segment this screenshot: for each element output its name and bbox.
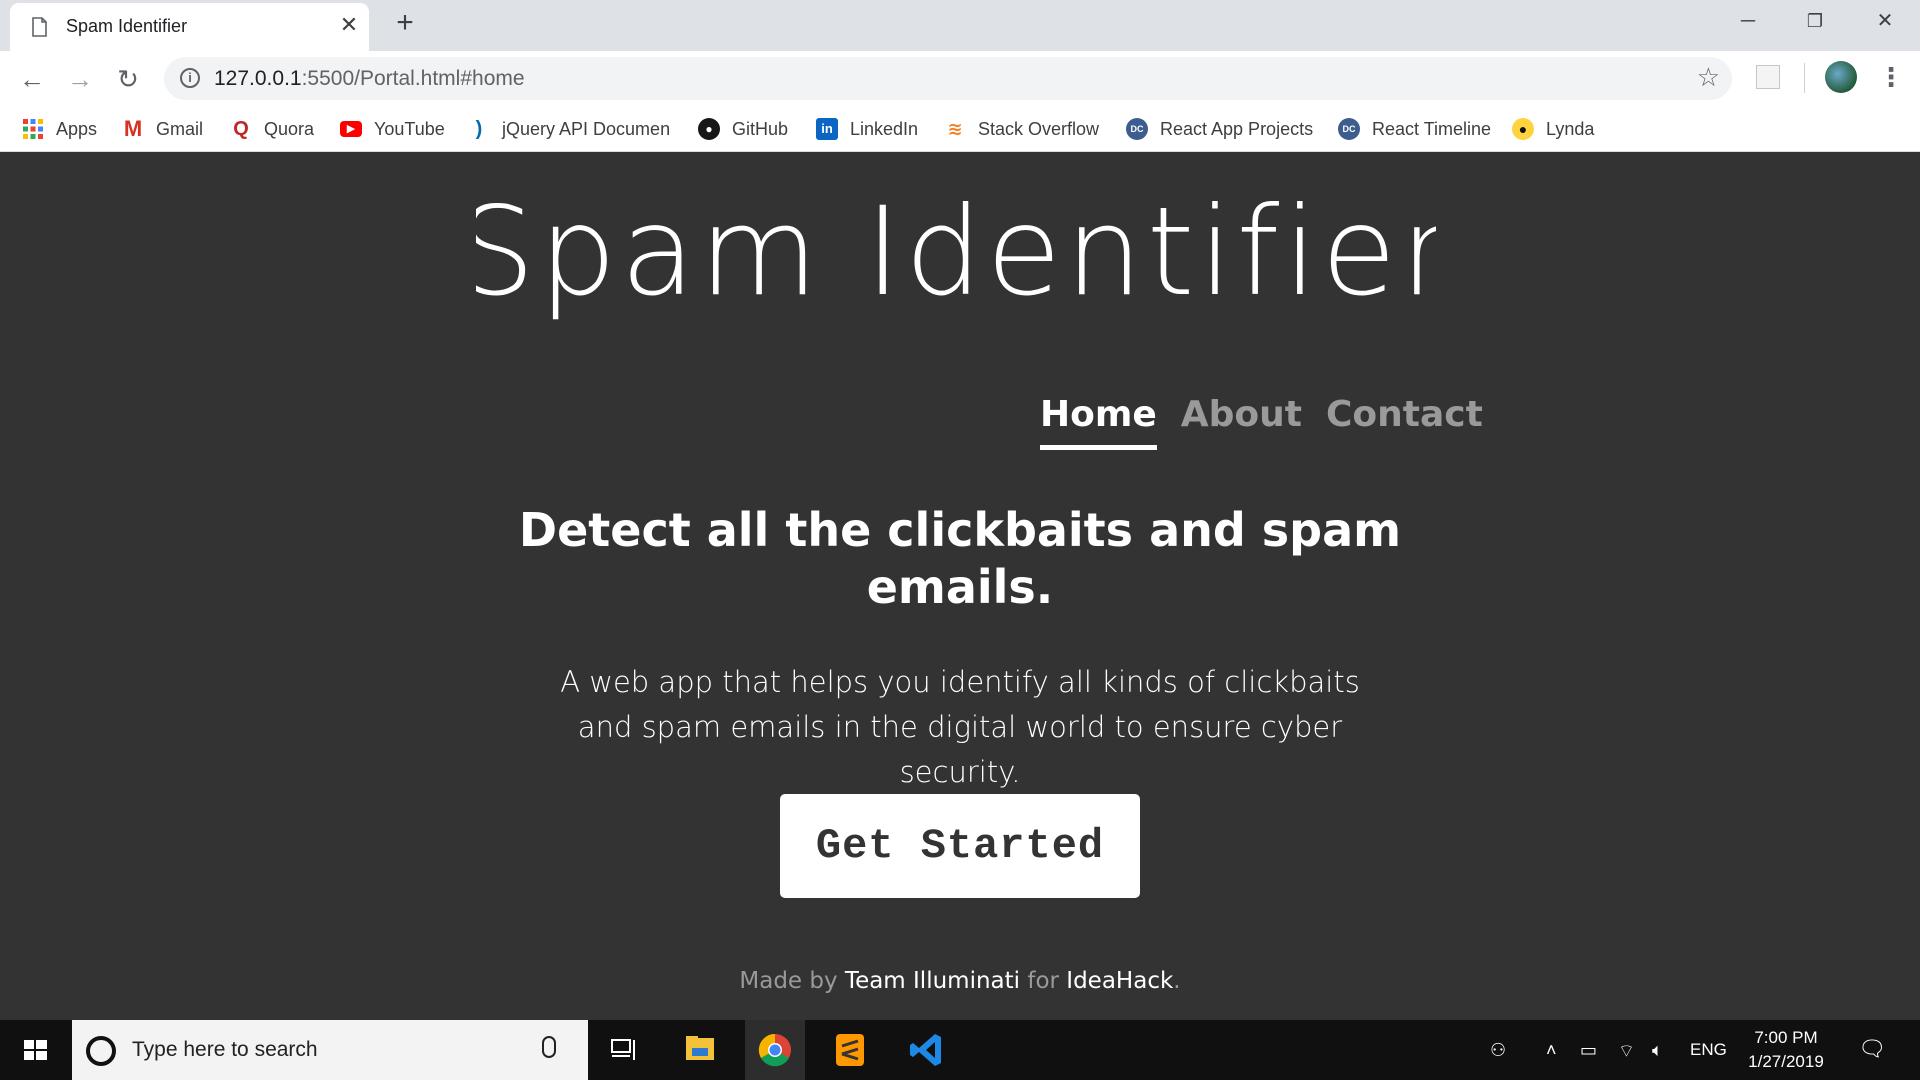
bookmark-react-timeline[interactable]: DC React Timeline: [1338, 116, 1491, 142]
toolbar-divider: [1804, 63, 1805, 93]
cortana-icon[interactable]: [86, 1036, 116, 1066]
clock-time: 7:00 PM: [1754, 1028, 1818, 1047]
url-text[interactable]: 127.0.0.1:5500/Portal.html#home: [214, 67, 525, 91]
people-icon[interactable]: ⚇: [1490, 1040, 1506, 1061]
forward-button[interactable]: →: [62, 61, 98, 97]
jquery-icon: ): [475, 118, 483, 140]
extension-icon[interactable]: [1756, 65, 1780, 89]
linkedin-icon: in: [816, 118, 838, 140]
gmail-icon: M: [123, 116, 143, 141]
bookmark-lynda[interactable]: ● Lynda: [1512, 116, 1594, 142]
bookmark-label: jQuery API Documen: [502, 118, 671, 139]
show-hidden-icons-icon[interactable]: ˄: [1546, 1040, 1557, 1061]
footer-event-link[interactable]: IdeaHack: [1066, 968, 1173, 994]
new-tab-button[interactable]: +: [390, 8, 420, 38]
github-icon: ●: [698, 118, 720, 140]
microphone-icon[interactable]: [542, 1036, 556, 1058]
browser-menu-icon[interactable]: ⋮: [1878, 61, 1904, 93]
stackoverflow-icon: ≋: [947, 119, 963, 139]
dc-icon: DC: [1338, 118, 1360, 140]
close-window-button[interactable]: ✕: [1865, 6, 1905, 36]
bookmark-label: Lynda: [1546, 118, 1595, 139]
url-host: 127.0.0.1: [214, 67, 302, 90]
bookmark-star-icon[interactable]: ☆: [1697, 62, 1720, 93]
reload-button[interactable]: ↻: [110, 61, 146, 97]
bookmark-label: YouTube: [374, 118, 445, 139]
browser-tabstrip: Spam Identifier ✕ + ─ ❐ ✕: [0, 0, 1920, 51]
bookmark-linkedin[interactable]: in LinkedIn: [816, 116, 918, 142]
nav-contact[interactable]: Contact: [1326, 394, 1483, 450]
footer-suffix: .: [1173, 968, 1181, 994]
taskbar: Type here to search ⚇ ˄ ▭ ⌔ 🔈︎ ENG 7:00 …: [0, 1020, 1920, 1080]
address-bar[interactable]: i 127.0.0.1:5500/Portal.html#home ☆: [164, 57, 1732, 100]
tab-title: Spam Identifier: [66, 16, 188, 36]
wifi-icon[interactable]: ⌔: [1618, 1040, 1635, 1063]
quora-icon: Q: [233, 118, 249, 140]
bookmark-label: React App Projects: [1160, 118, 1314, 139]
bookmark-stackoverflow[interactable]: ≋ Stack Overflow: [944, 116, 1099, 142]
bookmark-label: Stack Overflow: [978, 118, 1100, 139]
footer-prefix: Made by: [739, 968, 838, 994]
bookmark-gmail[interactable]: M Gmail: [122, 116, 203, 142]
url-path: :5500/Portal.html#home: [301, 67, 525, 90]
profile-avatar[interactable]: [1825, 61, 1857, 93]
system-clock[interactable]: 7:00 PM 1/27/2019: [1736, 1026, 1836, 1074]
taskbar-search[interactable]: Type here to search: [72, 1020, 588, 1080]
battery-icon[interactable]: ▭: [1580, 1040, 1597, 1061]
bookmark-jquery[interactable]: ) jQuery API Documen: [468, 116, 673, 142]
nav-home[interactable]: Home: [1040, 394, 1157, 450]
file-explorer-icon[interactable]: [670, 1020, 730, 1080]
bookmarks-bar: Apps M Gmail Q Quora ▶ YouTube ) jQuery …: [0, 106, 1920, 152]
nav-about[interactable]: About: [1181, 394, 1302, 450]
vscode-icon[interactable]: [897, 1020, 957, 1080]
page-icon: [32, 17, 47, 37]
dc-icon: DC: [1126, 118, 1148, 140]
lynda-icon: ●: [1512, 118, 1534, 140]
bookmark-label: Quora: [264, 118, 315, 139]
bookmark-label: GitHub: [732, 118, 789, 139]
browser-tab[interactable]: Spam Identifier ✕: [10, 3, 369, 51]
restore-button[interactable]: ❐: [1795, 6, 1835, 36]
bookmark-label: React Timeline: [1372, 118, 1492, 139]
bookmark-apps[interactable]: Apps: [22, 116, 97, 142]
tab-close-icon[interactable]: ✕: [336, 12, 362, 38]
hero-description: A web app that helps you identify all ki…: [560, 665, 1360, 789]
minimize-button[interactable]: ─: [1728, 6, 1768, 36]
footer-team-link[interactable]: Team Illuminati: [845, 968, 1020, 994]
bookmark-react-app-projects[interactable]: DC React App Projects: [1126, 116, 1313, 142]
bookmark-github[interactable]: ● GitHub: [698, 116, 788, 142]
bookmark-quora[interactable]: Q Quora: [230, 116, 314, 142]
main-nav: Home About Contact: [1040, 394, 1483, 450]
apps-grid-icon: [23, 119, 43, 139]
bookmark-youtube[interactable]: ▶ YouTube: [340, 116, 445, 142]
sublime-text-icon[interactable]: [820, 1020, 880, 1080]
task-view-icon[interactable]: [594, 1020, 654, 1080]
clock-date: 1/27/2019: [1748, 1052, 1824, 1071]
info-icon[interactable]: i: [180, 68, 200, 88]
windows-start-icon[interactable]: [0, 1020, 70, 1080]
page-content: Spam Identifier Home About Contact Detec…: [0, 152, 1920, 1020]
language-indicator[interactable]: ENG: [1690, 1040, 1727, 1060]
youtube-icon: ▶: [340, 121, 362, 137]
search-placeholder: Type here to search: [132, 1038, 318, 1061]
browser-toolbar: ← → ↻ i 127.0.0.1:5500/Portal.html#home …: [0, 51, 1920, 106]
bookmark-label: Apps: [56, 118, 98, 139]
hero-headline: Detect all the clickbaits and spam email…: [518, 503, 1402, 614]
footer-mid: for: [1027, 968, 1059, 994]
site-logo: Spam Identifier: [476, 181, 1436, 323]
bookmark-label: Gmail: [156, 118, 204, 139]
get-started-button[interactable]: Get Started: [780, 794, 1140, 898]
back-button[interactable]: ←: [14, 61, 50, 97]
page-footer: Made by Team Illuminati for IdeaHack.: [560, 968, 1360, 994]
bookmark-label: LinkedIn: [850, 118, 919, 139]
volume-icon[interactable]: 🔈︎: [1652, 1040, 1663, 1061]
action-center-icon[interactable]: 🗨︎: [1858, 1036, 1886, 1062]
logo-text: Spam Identifier: [476, 181, 1436, 323]
chrome-icon[interactable]: [745, 1020, 805, 1080]
